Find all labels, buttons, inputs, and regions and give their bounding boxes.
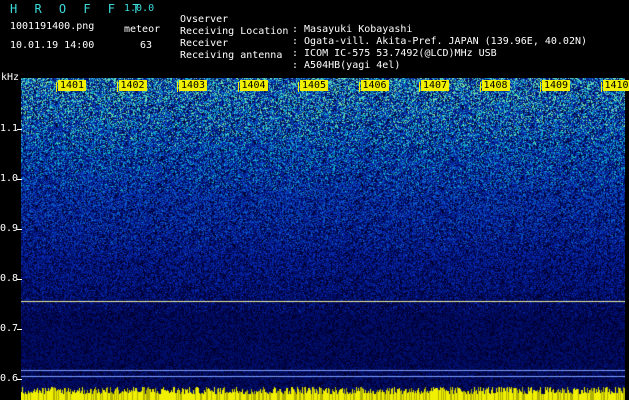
time-tick-line bbox=[116, 82, 118, 92]
info-key: Receiving antenna bbox=[180, 50, 283, 61]
timestamp: 10.01.19 14:00 bbox=[10, 40, 95, 51]
time-tick-line bbox=[479, 82, 481, 92]
y-tick-mark bbox=[17, 229, 22, 230]
info-row-antenna: Receiving antenna : A504HB(yagi 4el) bbox=[180, 41, 400, 81]
info-value: : Ogata-vill. Akita-Pref. JAPAN (139.96E… bbox=[292, 36, 588, 47]
time-tick-label: 1402 bbox=[118, 80, 147, 91]
spectrogram-canvas bbox=[21, 78, 625, 400]
info-value: : Masayuki Kobayashi bbox=[292, 24, 413, 35]
time-tick-label: 1408 bbox=[481, 80, 510, 91]
y-tick-label: 0.9 bbox=[0, 223, 19, 234]
time-tick-line bbox=[237, 82, 239, 92]
file-name: 1001191400.png bbox=[10, 21, 95, 32]
time-tick-line bbox=[56, 82, 57, 92]
hroft-spectrogram-window: H R O F F T 1.0.0 1001191400.png 10.01.1… bbox=[0, 0, 629, 400]
app-version: 1.0.0 bbox=[124, 3, 155, 14]
y-tick-label: 0.8 bbox=[0, 273, 19, 284]
y-tick-label: 0.6 bbox=[0, 373, 19, 384]
time-tick-line bbox=[540, 82, 541, 92]
info-value: : A504HB(yagi 4el) bbox=[292, 60, 401, 71]
time-tick-line bbox=[177, 82, 178, 92]
y-tick-mark bbox=[17, 129, 22, 130]
time-tick-line bbox=[298, 82, 299, 92]
time-tick-label: 1409 bbox=[542, 80, 571, 91]
y-tick-label: 0.7 bbox=[0, 323, 19, 334]
time-tick-label: 1405 bbox=[300, 80, 329, 91]
time-tick-label: 1403 bbox=[179, 80, 208, 91]
time-tick-line bbox=[358, 82, 360, 92]
y-tick-mark bbox=[17, 179, 22, 180]
time-tick-line bbox=[419, 82, 420, 92]
time-tick-label: 1407 bbox=[421, 80, 450, 91]
time-tick-label: 1410 bbox=[602, 80, 629, 91]
time-tick-label: 1406 bbox=[360, 80, 389, 91]
time-tick-label: 1404 bbox=[239, 80, 268, 91]
info-value: : ICOM IC-575 53.7492(@LCD)MHz USB bbox=[292, 48, 497, 59]
y-tick-mark bbox=[17, 379, 22, 380]
y-tick-label: 1.0 bbox=[0, 173, 19, 184]
y-tick-mark bbox=[17, 329, 22, 330]
meteor-count: 63 bbox=[140, 40, 153, 51]
time-tick-line bbox=[600, 82, 602, 92]
y-tick-mark bbox=[17, 279, 22, 280]
y-tick-label: 1.1 bbox=[0, 123, 19, 134]
y-axis-unit: kHz bbox=[1, 72, 20, 83]
time-tick-label: 1401 bbox=[58, 80, 87, 91]
meteor-label: meteor bbox=[124, 24, 161, 35]
